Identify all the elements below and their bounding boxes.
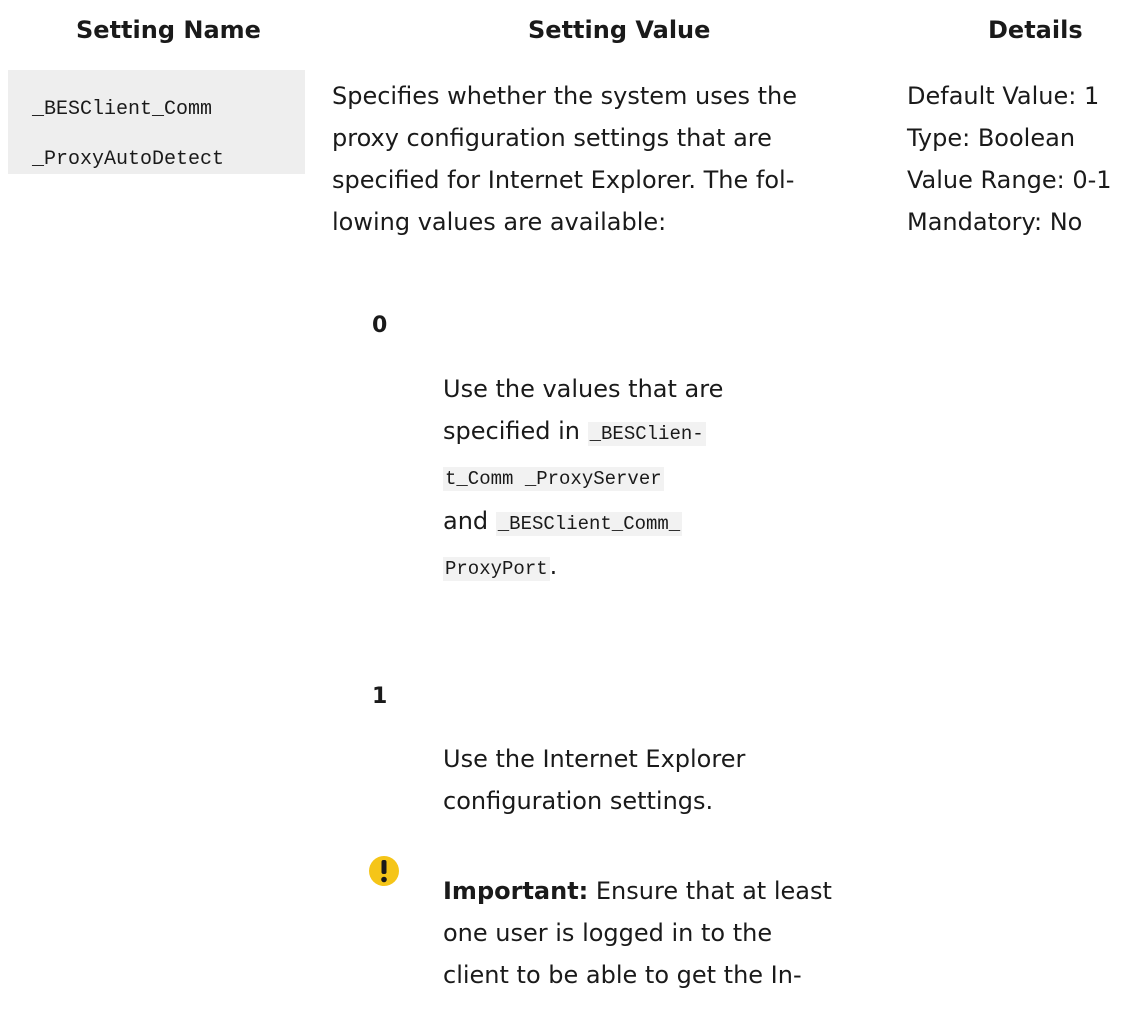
option-line: specified in _BESClien- <box>443 410 863 455</box>
option-text: . <box>549 552 558 580</box>
detail-value-range: Value Range: 0-1 <box>907 166 1112 194</box>
option-term-0: 0 <box>372 313 388 338</box>
header-details: Details <box>988 16 1083 44</box>
important-icon <box>368 855 400 887</box>
setting-name-cell: _BESClient_Comm _ProxyAutoDetect <box>8 70 305 174</box>
option-text: and <box>443 507 496 535</box>
option-line: ProxyPort. <box>443 545 863 590</box>
detail-mandatory: Mandatory: No <box>907 208 1083 236</box>
code-snippet: t_Comm _ProxyServer <box>443 467 664 491</box>
setting-name-line: _BESClient_Comm <box>32 98 213 121</box>
detail-type: Type: Boolean <box>907 124 1076 152</box>
note-line: one user is logged in to the <box>443 919 773 947</box>
option-description-0: Use the values that are specified in _BE… <box>443 368 863 590</box>
note-line: client to be able to get the In- <box>443 961 802 989</box>
note-text: Ensure that at least <box>588 877 832 905</box>
detail-default-value: Default Value: 1 <box>907 82 1100 110</box>
important-note: Important: Ensure that at least one user… <box>443 870 863 996</box>
option-line: configuration settings. <box>443 787 714 815</box>
setting-name-line: _ProxyAutoDetect <box>32 148 225 171</box>
note-label: Important: <box>443 877 589 905</box>
option-text: specified in <box>443 417 588 445</box>
option-term-1: 1 <box>372 684 388 709</box>
option-line: Use the values that are <box>443 375 724 403</box>
header-setting-value: Setting Value <box>528 16 711 44</box>
code-snippet: _BESClien- <box>587 422 706 446</box>
header-setting-name: Setting Name <box>76 16 261 44</box>
description-line: specified for Internet Explorer. The fol… <box>332 166 795 194</box>
option-description-1: Use the Internet Explorer configuration … <box>443 738 863 822</box>
note-line: Important: Ensure that at least <box>443 870 863 912</box>
code-snippet: _BESClient_Comm_ <box>495 512 683 536</box>
description-line: proxy configuration settings that are <box>332 124 772 152</box>
option-line: and _BESClient_Comm_ <box>443 500 863 545</box>
option-line: Use the Internet Explorer <box>443 745 746 773</box>
description-line: Specifies whether the system uses the <box>332 82 798 110</box>
description-line: lowing values are available: <box>332 208 667 236</box>
code-snippet: ProxyPort <box>443 557 550 581</box>
details-list: Default Value: 1 Type: Boolean Value Ran… <box>907 75 1135 243</box>
option-line: t_Comm _ProxyServer <box>443 455 863 500</box>
setting-value-description: Specifies whether the system uses the pr… <box>332 75 892 243</box>
